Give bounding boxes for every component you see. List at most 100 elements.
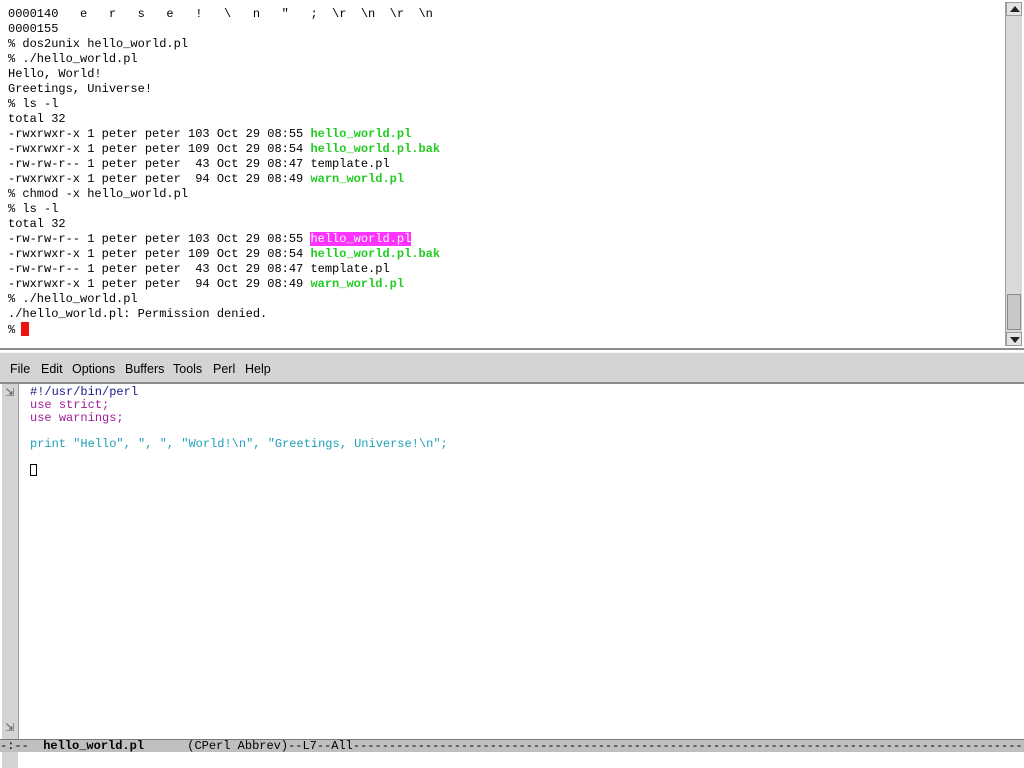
terminal-text: total 32: [8, 112, 66, 126]
terminal-line: -rwxrwxr-x 1 peter peter 94 Oct 29 08:49…: [8, 277, 998, 292]
terminal-line: -rw-rw-r-- 1 peter peter 103 Oct 29 08:5…: [8, 232, 998, 247]
menu-help[interactable]: Help: [245, 361, 271, 377]
terminal-text: -rw-rw-r-- 1 peter peter 103 Oct 29 08:5…: [8, 232, 311, 246]
code-token: ,: [253, 437, 268, 451]
terminal-line: %: [8, 322, 998, 337]
terminal-text: -rwxrwxr-x 1 peter peter 103 Oct 29 08:5…: [8, 127, 311, 141]
terminal-text: %: [8, 323, 16, 337]
code-line: [30, 464, 1010, 477]
menu-file[interactable]: File: [10, 361, 30, 377]
executable-filename: hello_world.pl.bak: [310, 142, 441, 156]
terminal-line: Greetings, Universe!: [8, 82, 998, 97]
code-line: use strict;: [30, 399, 1010, 412]
mode-line: -:-- hello_world.pl (CPerl Abbrev)--L7--…: [0, 739, 1024, 753]
code-token: ;: [102, 398, 110, 412]
terminal-line: % ls -l: [8, 202, 998, 217]
buffer-name[interactable]: hello_world.pl: [43, 740, 144, 752]
code-token: use: [30, 398, 52, 412]
emacs-menu-bar: File Edit Options Buffers Tools Perl Hel…: [0, 352, 1024, 384]
code-token: ;: [440, 437, 448, 451]
terminal-text: -rw-rw-r-- 1 peter peter 43 Oct 29 08:47…: [8, 262, 390, 276]
terminal-text: % ./hello_world.pl: [8, 52, 138, 66]
terminal-text: ./hello_world.pl: Permission denied.: [8, 307, 268, 321]
code-token: ;: [116, 411, 124, 425]
terminal-text: -rwxrwxr-x 1 peter peter 94 Oct 29 08:49: [8, 172, 311, 186]
executable-filename: hello_world.pl: [310, 127, 412, 141]
code-line: #!/usr/bin/perl: [30, 386, 1010, 399]
terminal-line: -rw-rw-r-- 1 peter peter 43 Oct 29 08:47…: [8, 262, 998, 277]
terminal-text: % ls -l: [8, 97, 59, 111]
terminal-line: % dos2unix hello_world.pl: [8, 37, 998, 52]
terminal-output[interactable]: 0000140 e r s e ! \ n " ; \r \n \r \n 000…: [8, 7, 998, 343]
terminal-line: % chmod -x hello_world.pl: [8, 187, 998, 202]
highlighted-filename: hello_world.pl: [310, 232, 412, 246]
terminal-line: -rw-rw-r-- 1 peter peter 43 Oct 29 08:47…: [8, 157, 998, 172]
menu-buffers[interactable]: Buffers: [125, 361, 164, 377]
terminal-line: % ./hello_world.pl: [8, 52, 998, 67]
executable-filename: warn_world.pl: [310, 172, 405, 186]
code-token: strict: [58, 398, 103, 412]
code-token: "Hello": [73, 437, 124, 451]
minibuffer[interactable]: [0, 752, 1024, 768]
terminal-line: ./hello_world.pl: Permission denied.: [8, 307, 998, 322]
code-token: ,: [166, 437, 182, 451]
executable-filename: warn_world.pl: [310, 277, 405, 291]
continuation-icon: ⇲: [5, 386, 15, 399]
terminal-line: -rwxrwxr-x 1 peter peter 103 Oct 29 08:5…: [8, 127, 998, 142]
terminal-text: % dos2unix hello_world.pl: [8, 37, 189, 51]
terminal-scrollbar[interactable]: [1005, 2, 1022, 346]
editor-cursor: [30, 464, 37, 476]
terminal-line: % ls -l: [8, 97, 998, 112]
terminal-text: % ls -l: [8, 202, 59, 216]
menu-tools[interactable]: Tools: [173, 361, 202, 377]
mode-line-prefix: -:--: [0, 739, 44, 753]
terminal-line: -rwxrwxr-x 1 peter peter 109 Oct 29 08:5…: [8, 142, 998, 157]
code-token: warnings: [58, 411, 117, 425]
terminal-text: Greetings, Universe!: [8, 82, 153, 96]
terminal-text: 0000155: [8, 22, 59, 36]
terminal-line: total 32: [8, 217, 998, 232]
code-token: ,: [123, 437, 139, 451]
menu-edit[interactable]: Edit: [41, 361, 63, 377]
terminal-line: % ./hello_world.pl: [8, 292, 998, 307]
code-token: use: [30, 411, 52, 425]
code-token: "Greetings, Universe!\n": [267, 437, 441, 451]
code-token: ", ": [138, 437, 167, 451]
code-token: print: [30, 437, 67, 451]
code-token: #!/usr/bin/perl: [30, 385, 139, 399]
terminal-line: -rwxrwxr-x 1 peter peter 109 Oct 29 08:5…: [8, 247, 998, 262]
terminal-text: -rwxrwxr-x 1 peter peter 109 Oct 29 08:5…: [8, 247, 311, 261]
terminal-cursor: [21, 322, 30, 336]
code-area[interactable]: #!/usr/bin/perl use strict; use warnings; p…: [30, 386, 1010, 477]
terminal-line: 0000155: [8, 22, 998, 37]
scroll-down-arrow-icon[interactable]: [1006, 332, 1022, 346]
editor-buffer[interactable]: ⇲ ⇲ #!/usr/bin/perl use strict; use warnin…: [0, 384, 1024, 739]
terminal-line: -rwxrwxr-x 1 peter peter 94 Oct 29 08:49…: [8, 172, 998, 187]
terminal-text: -rw-rw-r-- 1 peter peter 43 Oct 29 08:47…: [8, 157, 390, 171]
terminal-text: -rwxrwxr-x 1 peter peter 94 Oct 29 08:49: [8, 277, 311, 291]
code-line: use warnings;: [30, 412, 1010, 425]
menu-options[interactable]: Options: [72, 361, 115, 377]
scrollbar-thumb[interactable]: [1007, 294, 1021, 330]
continuation-icon: ⇲: [5, 721, 15, 734]
terminal-line: 0000140 e r s e ! \ n " ; \r \n \r \n: [8, 7, 998, 22]
left-fringe: ⇲ ⇲: [2, 384, 19, 739]
terminal-text: % ./hello_world.pl: [8, 292, 138, 306]
terminal-text: Hello, World!: [8, 67, 102, 81]
terminal-line: Hello, World!: [8, 67, 998, 82]
mode-line-fill: ----------------------------------------…: [352, 739, 1024, 753]
code-token: "World!\n": [181, 437, 254, 451]
terminal-text: % chmod -x hello_world.pl: [8, 187, 189, 201]
terminal-text: -rwxrwxr-x 1 peter peter 109 Oct 29 08:5…: [8, 142, 311, 156]
executable-filename: hello_world.pl.bak: [310, 247, 441, 261]
menu-perl[interactable]: Perl: [213, 361, 235, 377]
terminal-window[interactable]: 0000140 e r s e ! \ n " ; \r \n \r \n 000…: [0, 0, 1024, 350]
code-line: print "Hello", ", ", "World!\n", "Greeti…: [30, 438, 1010, 451]
mode-line-info[interactable]: (CPerl Abbrev)--L7--All: [144, 740, 353, 752]
terminal-text: 0000140 e r s e ! \ n " ; \r \n \r \n: [8, 7, 433, 21]
minibuffer-fringe: [2, 752, 18, 768]
scroll-up-arrow-icon[interactable]: [1006, 2, 1022, 16]
